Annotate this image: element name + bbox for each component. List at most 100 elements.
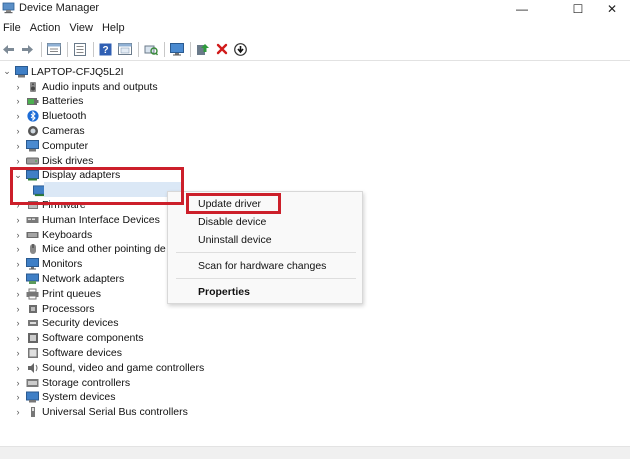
uninstall-icon[interactable] [213,41,230,58]
help-icon[interactable]: ? [97,41,114,58]
chevron-right-icon[interactable]: › [13,227,23,242]
tree-category[interactable]: › Bluetooth [13,109,87,124]
toolbar: ? [0,39,630,59]
tree-category[interactable]: › Universal Serial Bus controllers [13,405,188,420]
camera-icon [26,124,39,137]
tree-item-label: Batteries [42,95,84,108]
tree-item-label: Bluetooth [42,110,87,123]
tree-category[interactable]: › System devices [13,390,116,405]
title-bar: Device Manager — ☐ ✕ [0,0,630,17]
tree-category[interactable]: › Software devices [13,345,122,360]
tree-root[interactable]: ⌄ LAPTOP-CFJQ5L2I [2,64,124,79]
monitor-icon[interactable] [168,41,185,58]
system-icon [26,391,39,404]
tree-item-label: Keyboards [42,228,93,241]
chevron-right-icon[interactable]: › [13,360,23,375]
tree-category[interactable]: › Disk drives [13,153,94,168]
minimize-button[interactable]: — [500,0,544,17]
toolbar-separator [41,41,42,57]
chevron-right-icon[interactable]: › [13,271,23,286]
menu-disable-device[interactable]: Disable device [198,216,266,228]
tree-item-label: Security devices [42,317,119,330]
window-title: Device Manager [19,2,100,14]
back-arrow-icon[interactable] [0,41,17,58]
security-icon [26,317,39,330]
chevron-right-icon[interactable]: › [13,138,23,153]
tree-category[interactable]: › Security devices [13,316,119,331]
chevron-right-icon[interactable]: › [13,405,23,420]
tree-category[interactable]: › Storage controllers [13,375,131,390]
tree-item-label: Processors [42,302,95,315]
toolbar-separator [164,41,165,57]
tree-item-label: Sound, video and game controllers [42,361,205,374]
tree-category[interactable]: › Network adapters [13,271,125,286]
properties-icon[interactable] [45,41,62,58]
computer-icon [26,139,39,152]
menu-bar: File Action View Help [0,20,131,37]
tree-category[interactable]: › Keyboards [13,227,93,242]
network-icon [26,272,39,285]
chevron-right-icon[interactable]: › [13,316,23,331]
chevron-right-icon[interactable]: › [13,109,23,124]
scan-hardware-icon[interactable] [142,41,159,58]
chevron-right-icon[interactable]: › [13,286,23,301]
chevron-right-icon[interactable]: › [13,331,23,346]
software-device-icon [26,346,39,359]
chevron-down-icon[interactable]: ⌄ [2,64,12,79]
tree-category[interactable]: › Human Interface Devices [13,212,160,227]
toolbar-separator [67,41,68,57]
menu-scan-hardware[interactable]: Scan for hardware changes [198,260,326,272]
processor-icon [26,302,39,315]
tree-item-label: Network adapters [42,272,125,285]
tree-category[interactable]: › Batteries [13,94,84,109]
tree-item-label: Universal Serial Bus controllers [42,406,188,419]
chevron-right-icon[interactable]: › [13,390,23,405]
disable-icon[interactable] [232,41,249,58]
chevron-right-icon[interactable]: › [13,153,23,168]
display-adapters-callout [10,167,184,205]
tree-item-label: LAPTOP-CFJQ5L2I [31,65,124,78]
tree-category[interactable]: › Cameras [13,123,85,138]
tree-category[interactable]: › Computer [13,138,88,153]
menu-help[interactable]: Help [99,20,131,37]
details-icon[interactable] [116,41,133,58]
show-hide-icon[interactable] [71,41,88,58]
chevron-right-icon[interactable]: › [13,212,23,227]
tree-category[interactable]: › Mice and other pointing de [13,242,166,257]
menu-uninstall-device[interactable]: Uninstall device [198,234,272,246]
tree-category[interactable]: › Processors [13,301,95,316]
chevron-right-icon[interactable]: › [13,345,23,360]
tree-category[interactable]: › Monitors [13,257,82,272]
menu-file[interactable]: File [0,20,27,37]
close-button[interactable]: ✕ [590,0,630,17]
tree-item-label: Computer [42,139,89,152]
chevron-right-icon[interactable]: › [13,94,23,109]
tree-category[interactable]: › Sound, video and game controllers [13,360,205,375]
tree-item-label: Cameras [42,124,85,137]
tree-item-label: Monitors [42,258,83,271]
chevron-right-icon[interactable]: › [13,257,23,272]
chevron-right-icon[interactable]: › [13,79,23,94]
menu-properties[interactable]: Properties [198,286,250,298]
tree-category[interactable]: › Software components [13,331,144,346]
sound-icon [26,361,39,374]
monitor-icon [26,258,39,271]
tree-item-label: Human Interface Devices [42,213,160,226]
device-manager-icon [2,2,15,14]
tree-category[interactable]: › Print queues [13,286,101,301]
forward-arrow-icon[interactable] [19,41,36,58]
tree-item-label: Storage controllers [42,376,131,389]
update-driver-icon[interactable] [194,41,211,58]
menu-separator [176,278,356,279]
menu-action[interactable]: Action [27,20,67,37]
chevron-right-icon[interactable]: › [13,375,23,390]
chevron-right-icon[interactable]: › [13,123,23,138]
tree-category[interactable]: › Audio inputs and outputs [13,79,158,94]
keyboard-icon [26,228,39,241]
menu-view[interactable]: View [66,20,99,37]
toolbar-divider [0,60,630,61]
chevron-right-icon[interactable]: › [13,301,23,316]
tree-item-label: Software devices [42,346,122,359]
chevron-right-icon[interactable]: › [13,242,23,257]
printer-icon [26,287,39,300]
